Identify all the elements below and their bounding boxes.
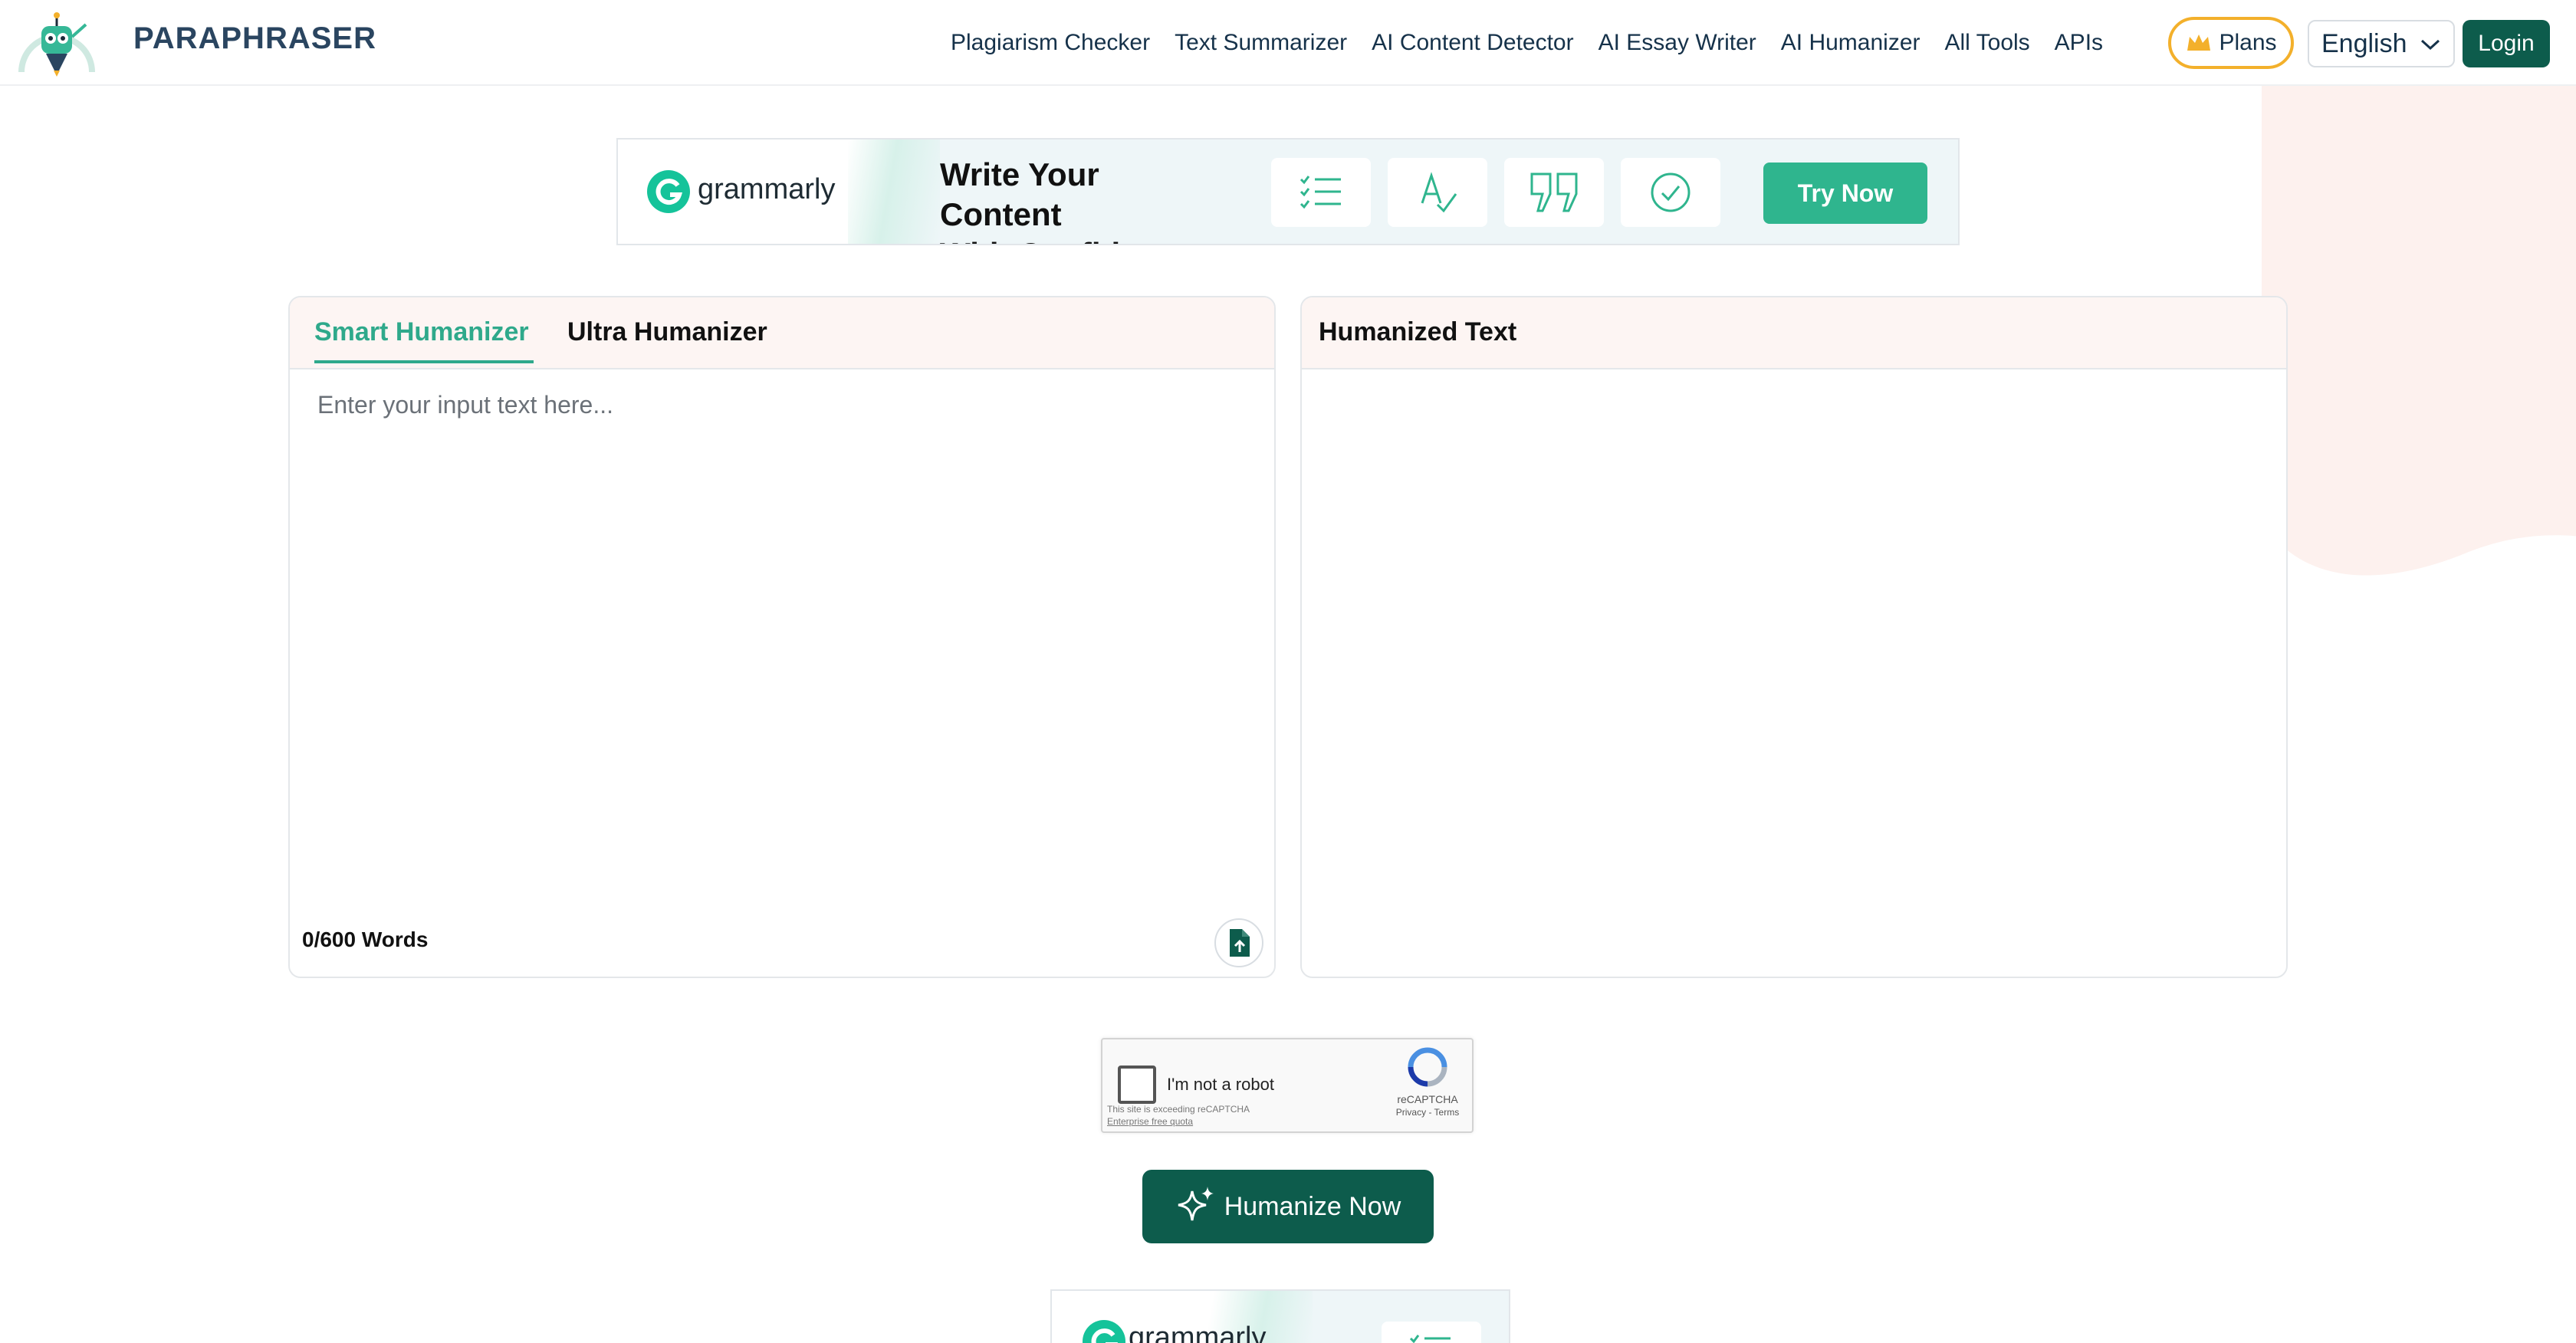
plans-button[interactable]: Plans <box>2168 17 2294 69</box>
output-text-area[interactable] <box>1317 382 2268 964</box>
crown-icon <box>2187 34 2211 51</box>
bottom-ad-brand-name: grammarly <box>1129 1322 1267 1343</box>
recaptcha-quota-link[interactable]: Enterprise free quota <box>1107 1116 1193 1127</box>
main-nav: Plagiarism Checker Text Summarizer AI Co… <box>951 0 2128 86</box>
ad-tile-checklist <box>1271 158 1371 227</box>
checklist-icon <box>1300 176 1341 209</box>
word-count: 0/600 Words <box>302 928 429 951</box>
grammarly-g-icon <box>647 170 690 213</box>
ad-tile-spellcheck <box>1388 158 1487 227</box>
input-panel-tabs: Smart Humanizer Ultra Humanizer <box>290 297 1274 369</box>
active-tab-underline <box>314 360 534 363</box>
nav-ai-humanizer[interactable]: AI Humanizer <box>1781 30 1921 56</box>
recaptcha-privacy-terms[interactable]: Privacy - Terms <box>1386 1107 1469 1118</box>
recaptcha-note: This site is exceeding reCAPTCHA <box>1107 1104 1250 1115</box>
bottom-ad-tile <box>1382 1322 1481 1343</box>
output-panel-header: Humanized Text <box>1302 297 2286 369</box>
chevron-down-icon <box>2420 39 2440 51</box>
nav-apis[interactable]: APIs <box>2055 30 2103 56</box>
plans-label: Plans <box>2219 30 2277 55</box>
ad-gradient <box>848 140 940 244</box>
ad-try-now-button[interactable]: Try Now <box>1763 163 1927 224</box>
output-panel: Humanized Text <box>1300 296 2288 978</box>
input-panel: Smart Humanizer Ultra Humanizer 0/600 Wo… <box>288 296 1276 978</box>
recaptcha-icon <box>1408 1047 1447 1087</box>
robot-mascot-logo[interactable] <box>15 6 98 80</box>
bottom-ad-banner[interactable]: grammarly <box>1050 1289 1510 1343</box>
checklist-icon <box>1409 1335 1451 1343</box>
humanize-now-button[interactable]: Humanize Now <box>1142 1170 1434 1243</box>
recaptcha-checkbox[interactable] <box>1118 1066 1156 1104</box>
ad-headline-line2: With Confidence <box>940 235 1216 244</box>
quote-icon <box>1530 172 1578 212</box>
recaptcha-label: I'm not a robot <box>1167 1075 1274 1094</box>
spell-check-icon <box>1421 172 1457 213</box>
nav-ai-essay-writer[interactable]: AI Essay Writer <box>1598 30 1756 56</box>
brand-name[interactable]: PARAPHRASER <box>133 21 376 56</box>
file-upload-icon <box>1230 929 1250 957</box>
login-button[interactable]: Login <box>2463 20 2550 67</box>
tab-smart-humanizer[interactable]: Smart Humanizer <box>314 317 529 347</box>
sparkle-icon <box>1178 1187 1214 1221</box>
top-header: PARAPHRASER Plagiarism Checker Text Summ… <box>0 0 2576 86</box>
check-circle-icon <box>1651 172 1691 212</box>
ad-banner[interactable]: grammarly Write Your Content With Confid… <box>616 138 1960 245</box>
humanize-now-label: Humanize Now <box>1224 1191 1401 1221</box>
recaptcha-brand: reCAPTCHA <box>1397 1093 1458 1105</box>
nav-plagiarism-checker[interactable]: Plagiarism Checker <box>951 30 1150 56</box>
grammarly-g-icon <box>1083 1320 1125 1343</box>
ad-headline: Write Your Content With Confidence <box>940 155 1216 244</box>
ad-headline-line1: Write Your Content <box>940 156 1099 232</box>
recaptcha-widget: I'm not a robot This site is exceeding r… <box>1101 1038 1474 1133</box>
nav-ai-content-detector[interactable]: AI Content Detector <box>1372 30 1573 56</box>
upload-file-button[interactable] <box>1214 918 1263 967</box>
input-text-area[interactable] <box>305 382 1256 872</box>
tab-ultra-humanizer[interactable]: Ultra Humanizer <box>567 317 767 347</box>
nav-all-tools[interactable]: All Tools <box>1945 30 2030 56</box>
ad-tile-check <box>1621 158 1720 227</box>
nav-text-summarizer[interactable]: Text Summarizer <box>1175 30 1347 56</box>
ad-brand-name: grammarly <box>698 173 836 205</box>
language-select[interactable]: English <box>2308 20 2455 67</box>
language-value: English <box>2321 28 2407 58</box>
ad-tile-quote <box>1504 158 1604 227</box>
output-title: Humanized Text <box>1319 317 1517 346</box>
